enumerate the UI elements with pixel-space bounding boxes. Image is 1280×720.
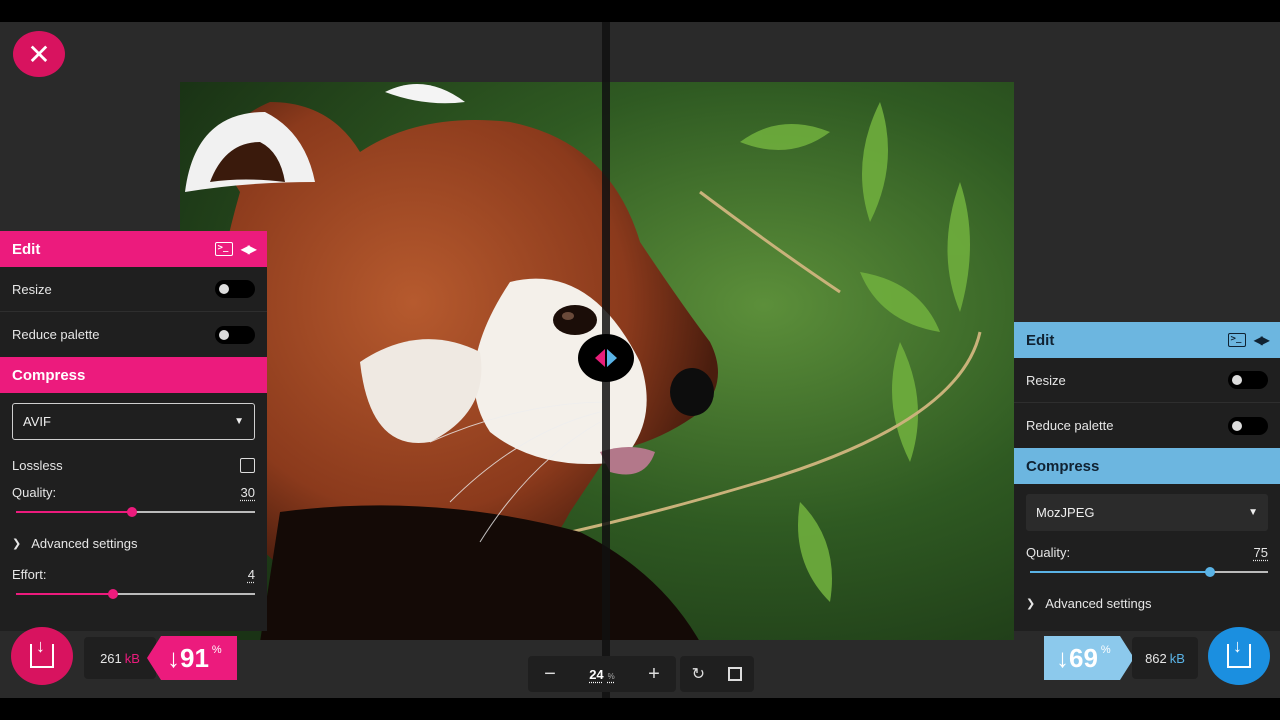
left-options-panel: Edit >_ ◀▶ Resize Reduce palette Compres… [0,231,267,631]
right-quality-slider[interactable] [1026,566,1268,578]
left-file-size: 261 kB [84,637,156,679]
arrow-left-icon [595,349,605,367]
right-reduction-badge: ↓69 % [1044,636,1134,680]
right-quality-label: Quality: [1026,545,1071,560]
slider-knob[interactable] [127,507,137,517]
right-options-panel: Edit >_ ◀▶ Resize Reduce palette Compres… [1014,322,1280,631]
right-edit-title: Edit [1026,331,1055,349]
left-effort-slider-block: Effort: 4 [0,563,267,606]
left-reduction-value: ↓91 [167,642,209,673]
zoom-level[interactable]: 24% [589,667,615,682]
right-file-size: 862 kB [1132,637,1198,679]
right-reduce-palette-row: Reduce palette [1014,403,1280,448]
left-lossless-checkbox[interactable] [240,458,255,473]
view-controls: ↻ [680,656,754,692]
swap-sides-icon[interactable]: ◀▶ [241,242,258,256]
right-reduction-unit: % [1100,644,1111,656]
right-compress-title: Compress [1014,448,1280,484]
left-effort-slider[interactable] [12,588,255,600]
chevron-down-icon: ▼ [234,416,244,427]
right-edit-header: Edit >_ ◀▶ [1014,322,1280,358]
left-reduce-palette-label: Reduce palette [12,327,100,342]
left-reduce-palette-row: Reduce palette [0,312,267,357]
close-button[interactable]: ✕ [13,31,65,77]
zoom-controls: − 24% + [528,656,676,692]
left-resize-label: Resize [12,281,52,297]
image-stage[interactable]: ✕ Edit >_ ◀▶ Resize Reduce palette Compr… [0,22,1280,698]
left-file-size-value: 261 [100,650,122,666]
left-edit-header: Edit >_ ◀▶ [0,231,267,267]
left-reduce-palette-toggle[interactable] [215,325,255,344]
zoom-value: 24 [589,666,604,682]
terminal-icon[interactable]: >_ [214,242,233,256]
left-resize-row: Resize [0,267,267,312]
right-format-value: MozJPEG [1036,505,1095,520]
right-advanced-settings[interactable]: ❯ Advanced settings [1014,584,1280,623]
terminal-icon[interactable]: >_ [1227,333,1246,347]
left-lossless-label: Lossless [12,458,63,473]
chevron-right-icon: ❯ [1026,598,1036,610]
left-resize-toggle[interactable] [215,280,255,298]
arrow-right-icon [607,349,617,367]
left-compress-title: Compress [0,357,267,393]
left-quality-slider-block: Quality: 30 [0,481,267,524]
zoom-unit: % [607,671,615,681]
left-format-select[interactable]: AVIF ▼ [12,403,255,440]
left-advanced-settings[interactable]: ❯ Advanced settings [0,524,267,563]
letterbox-bottom [0,698,1280,720]
right-reduction-value: ↓69 [1056,642,1098,673]
left-lossless-row: Lossless [0,450,267,481]
left-effort-value[interactable]: 4 [248,567,255,582]
left-edit-title: Edit [12,240,41,258]
left-format-value: AVIF [23,414,51,429]
left-quality-slider[interactable] [12,506,255,518]
left-advanced-label: Advanced settings [31,536,138,551]
right-download-button[interactable] [1208,627,1270,685]
left-reduction-unit: % [211,644,222,656]
right-resize-label: Resize [1026,372,1066,388]
chevron-down-icon: ▼ [1248,507,1258,518]
left-quality-label: Quality: [12,485,57,500]
divider-handle[interactable] [578,334,634,382]
right-format-select[interactable]: MozJPEG ▼ [1026,494,1268,531]
zoom-out-button[interactable]: − [540,663,560,686]
left-download-button[interactable] [11,627,73,685]
right-advanced-label: Advanced settings [1045,596,1152,611]
right-file-size-value: 862 [1145,650,1167,666]
right-quality-slider-block: Quality: 75 [1014,541,1280,584]
download-icon [30,636,54,668]
swap-sides-icon[interactable]: ◀▶ [1254,333,1271,347]
slider-knob[interactable] [108,589,118,599]
letterbox-top [0,0,1280,22]
left-reduction-badge: ↓91 % [147,636,237,680]
slider-knob[interactable] [1205,567,1215,577]
left-file-size-unit: kB [124,650,140,666]
right-reduce-palette-toggle[interactable] [1228,416,1268,435]
zoom-in-button[interactable]: + [644,663,664,686]
chevron-right-icon: ❯ [12,538,22,550]
rotate-icon[interactable]: ↻ [692,664,705,684]
right-resize-row: Resize [1014,358,1280,403]
close-icon: ✕ [27,38,51,70]
right-file-size-unit: kB [1169,650,1185,666]
background-toggle-icon[interactable] [728,667,743,681]
left-effort-label: Effort: [12,567,47,582]
left-quality-value[interactable]: 30 [241,485,255,500]
right-quality-value[interactable]: 75 [1254,545,1268,560]
right-resize-toggle[interactable] [1228,371,1268,389]
download-icon [1227,636,1251,668]
right-reduce-palette-label: Reduce palette [1026,418,1114,433]
